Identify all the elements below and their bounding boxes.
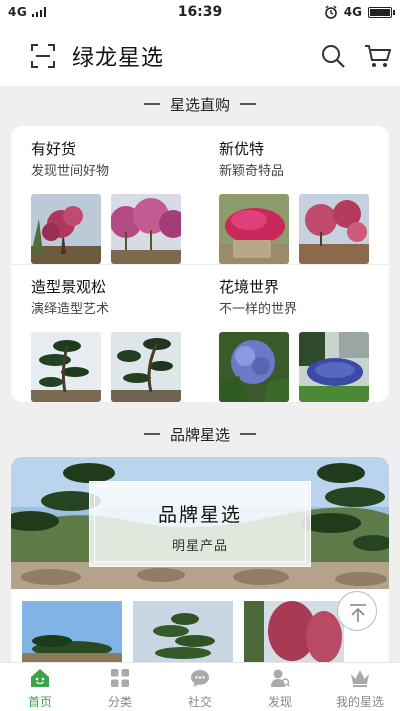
cart-icon[interactable] <box>364 43 392 69</box>
cell-subtitle: 不一样的世界 <box>219 302 298 317</box>
featured-cell-landscape-pine[interactable]: 造型景观松 演绎造型艺术 <box>31 276 201 406</box>
product-image[interactable] <box>111 332 181 402</box>
tab-home[interactable]: 首页 <box>0 663 80 711</box>
app-title: 绿龙星选 <box>72 46 165 71</box>
cell-title: 有好货 <box>31 140 77 158</box>
section-heading-brand: 品牌星选 <box>0 421 400 447</box>
status-right: 4G <box>324 5 395 19</box>
product-image[interactable] <box>299 332 369 402</box>
product-thumb[interactable] <box>22 601 122 662</box>
tab-discover[interactable]: 发现 <box>240 663 320 711</box>
heading-dash-right <box>240 433 256 435</box>
scan-icon[interactable] <box>30 43 56 69</box>
product-thumb[interactable] <box>244 601 344 662</box>
heading-dash-right <box>240 103 256 105</box>
featured-cell-good-goods[interactable]: 有好货 发现世间好物 <box>31 138 201 268</box>
product-image[interactable] <box>31 332 101 402</box>
tab-label: 首页 <box>27 695 52 709</box>
cell-title: 花境世界 <box>219 278 280 296</box>
alarm-icon <box>324 5 337 19</box>
product-image[interactable] <box>299 194 369 264</box>
cell-subtitle: 发现世间好物 <box>31 164 110 179</box>
arrow-up-icon <box>350 604 366 622</box>
cell-title: 新优特 <box>219 140 265 158</box>
featured-cell-new-special[interactable]: 新优特 新颖奇特品 <box>219 138 389 268</box>
back-to-top-button[interactable] <box>337 591 377 631</box>
tab-social[interactable]: 社交 <box>160 663 240 711</box>
status-bar: 4G 16:39 4G <box>0 0 400 26</box>
search-icon[interactable] <box>320 43 346 69</box>
app-header: 绿龙星选 <box>0 26 400 86</box>
cell-subtitle: 演绎造型艺术 <box>31 302 110 317</box>
cell-subtitle: 新颖奇特品 <box>219 164 285 179</box>
featured-cell-flower-world[interactable]: 花境世界 不一样的世界 <box>219 276 389 406</box>
bottom-tab-bar: 首页 分类 社交 发现 我的星选 <box>0 662 400 711</box>
battery-icon <box>368 6 395 18</box>
banner-title: 品牌星选 <box>157 504 242 526</box>
product-thumb[interactable] <box>133 601 233 662</box>
featured-heading-label: 星选直购 <box>169 95 230 114</box>
tab-label: 发现 <box>267 695 292 709</box>
banner-caption-box: 品牌星选 明星产品 <box>89 481 311 567</box>
heading-dash-left <box>143 103 160 105</box>
cell-title: 造型景观松 <box>31 278 107 296</box>
network-indicator-right: 4G <box>343 5 362 19</box>
chat-icon <box>191 670 209 687</box>
discover-icon <box>271 669 290 687</box>
tab-label: 分类 <box>107 695 132 709</box>
product-image[interactable] <box>219 332 289 402</box>
product-image[interactable] <box>219 194 289 264</box>
heading-dash-left <box>143 433 160 435</box>
category-icon <box>111 669 129 687</box>
brand-product-strip <box>11 589 389 662</box>
tab-label: 社交 <box>187 695 212 709</box>
home-icon <box>31 669 49 687</box>
crown-icon <box>351 670 369 687</box>
section-heading-featured: 星选直购 <box>0 91 400 117</box>
product-image[interactable] <box>31 194 101 264</box>
featured-card: 有好货 发现世间好物 新优特 新颖奇特品 造型景观松 演绎造型艺术 花境世界 不… <box>11 126 389 402</box>
product-image[interactable] <box>111 194 181 264</box>
brand-heading-label: 品牌星选 <box>169 425 230 444</box>
tab-category[interactable]: 分类 <box>80 663 160 711</box>
brand-banner[interactable]: 品牌星选 明星产品 <box>11 457 389 589</box>
banner-subtitle: 明星产品 <box>171 539 228 554</box>
tab-my-star-selection[interactable]: 我的星选 <box>320 663 400 711</box>
tab-label: 我的星选 <box>335 695 384 709</box>
